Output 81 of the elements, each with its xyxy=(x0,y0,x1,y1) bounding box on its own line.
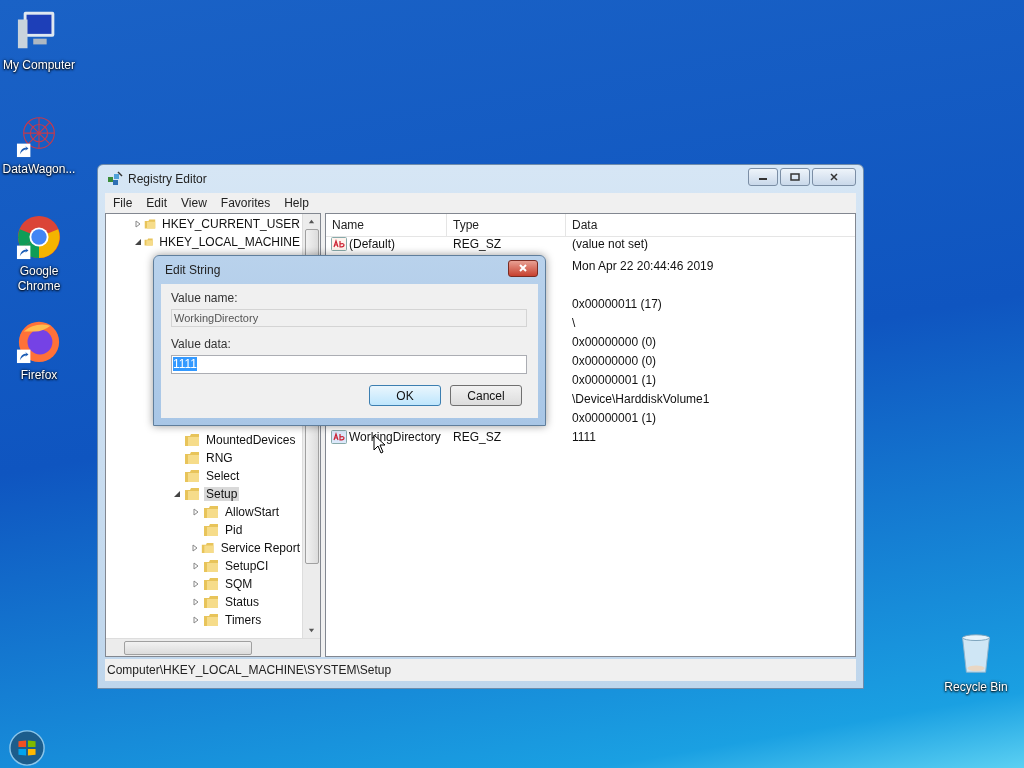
window-title: Registry Editor xyxy=(128,172,207,186)
tree-item[interactable]: MountedDevices xyxy=(204,433,298,447)
value-data: 0x00000000 (0) xyxy=(572,334,657,349)
string-value-icon xyxy=(331,237,347,251)
expand-arrow-icon[interactable] xyxy=(134,219,142,229)
folder-icon xyxy=(203,612,219,628)
field-label: Value name: xyxy=(171,291,238,305)
menu-item[interactable]: Favorites xyxy=(214,196,277,210)
minimize-button[interactable] xyxy=(748,168,778,186)
value-data: \Device\HarddiskVolume1 xyxy=(572,391,710,406)
folder-icon xyxy=(184,450,200,466)
desktop-icon-label[interactable]: My Computer xyxy=(1,58,77,73)
menu-item[interactable]: Edit xyxy=(140,196,174,210)
desktop-icon-label[interactable]: Firefox xyxy=(1,368,77,383)
tree-item[interactable]: HKEY_LOCAL_MACHINE xyxy=(157,235,302,249)
tree-item[interactable]: AllowStart xyxy=(223,505,282,519)
value-data: \ xyxy=(572,315,576,330)
maximize-icon xyxy=(790,173,800,181)
close-icon xyxy=(518,264,528,272)
expand-arrow-icon[interactable] xyxy=(191,579,201,589)
chrome-icon[interactable] xyxy=(16,214,62,260)
tree-item[interactable]: HKEY_CURRENT_USER xyxy=(159,217,302,231)
horizontal-scrollbar[interactable] xyxy=(106,638,320,656)
expand-arrow-icon[interactable] xyxy=(191,615,201,625)
string-value-icon xyxy=(331,429,347,444)
value-data: 0x00000001 (1) xyxy=(572,410,657,425)
expand-arrow-icon[interactable] xyxy=(191,597,201,607)
expand-arrow-icon[interactable] xyxy=(191,561,201,571)
column-header[interactable]: Name xyxy=(326,214,447,236)
value-type: REG_SZ xyxy=(453,237,501,251)
maximize-button[interactable] xyxy=(780,168,810,186)
desktop-icon-label[interactable]: DataWagon... xyxy=(1,162,77,177)
folder-icon xyxy=(203,522,219,538)
folder-icon xyxy=(203,558,219,574)
tree-item[interactable]: Select xyxy=(204,469,242,483)
tree-item[interactable]: Timers xyxy=(223,613,264,627)
tree-item[interactable]: SetupCI xyxy=(223,559,271,573)
value-data: 0x00000000 (0) xyxy=(572,353,657,368)
folder-icon xyxy=(184,486,200,502)
dialog-title: Edit String xyxy=(165,263,221,277)
folder-icon xyxy=(203,576,219,592)
expand-arrow-icon[interactable] xyxy=(191,507,201,517)
status-bar: Computer\HKEY_LOCAL_MACHINE\SYSTEM\Setup xyxy=(105,659,856,681)
value-data: Mon Apr 22 20:44:46 2019 xyxy=(572,258,714,273)
value-data: (value not set) xyxy=(572,237,649,251)
expand-arrow-icon[interactable] xyxy=(191,543,200,553)
value-name[interactable]: (Default) xyxy=(349,237,395,251)
folder-icon xyxy=(184,468,200,484)
folder-icon xyxy=(203,594,219,610)
menu-item[interactable]: File xyxy=(107,196,139,210)
registry-cubes-icon xyxy=(107,171,123,187)
value-data: 1111 xyxy=(572,429,597,444)
value-name[interactable]: WorkingDirectory xyxy=(349,429,441,444)
ok-button[interactable]: OK xyxy=(369,385,441,406)
column-header[interactable]: Data xyxy=(566,214,855,236)
field-label: Value data: xyxy=(171,337,231,351)
folder-icon xyxy=(184,432,200,448)
tree-item[interactable]: SQM xyxy=(223,577,255,591)
close-button[interactable] xyxy=(508,259,538,277)
cancel-button[interactable]: Cancel xyxy=(450,385,522,406)
menu-item[interactable]: Help xyxy=(278,196,315,210)
tree-item[interactable]: Status xyxy=(223,595,262,609)
value-name-field[interactable]: WorkingDirectory xyxy=(171,309,527,327)
value-type: REG_SZ xyxy=(453,429,501,444)
scroll-up-arrow-icon[interactable] xyxy=(308,218,315,225)
folder-icon xyxy=(201,540,215,556)
tree-item[interactable]: Setup xyxy=(204,487,240,501)
value-data: 0x00000001 (1) xyxy=(572,372,657,387)
menu-item[interactable]: View xyxy=(175,196,213,210)
tree-item[interactable]: RNG xyxy=(204,451,235,465)
folder-icon xyxy=(203,504,219,520)
value-data: 0x00000011 (17) xyxy=(572,296,662,311)
scroll-down-arrow-icon[interactable] xyxy=(308,627,315,634)
close-icon xyxy=(829,173,839,181)
tree-item[interactable]: Service Report xyxy=(218,541,302,555)
collapse-arrow-icon[interactable] xyxy=(134,237,142,247)
collapse-arrow-icon[interactable] xyxy=(172,489,182,499)
start-button[interactable] xyxy=(8,729,46,767)
tree-item[interactable]: Pid xyxy=(223,523,245,537)
desktop-icon-label[interactable]: Google Chrome xyxy=(1,264,77,294)
column-header[interactable]: Type xyxy=(447,214,566,236)
